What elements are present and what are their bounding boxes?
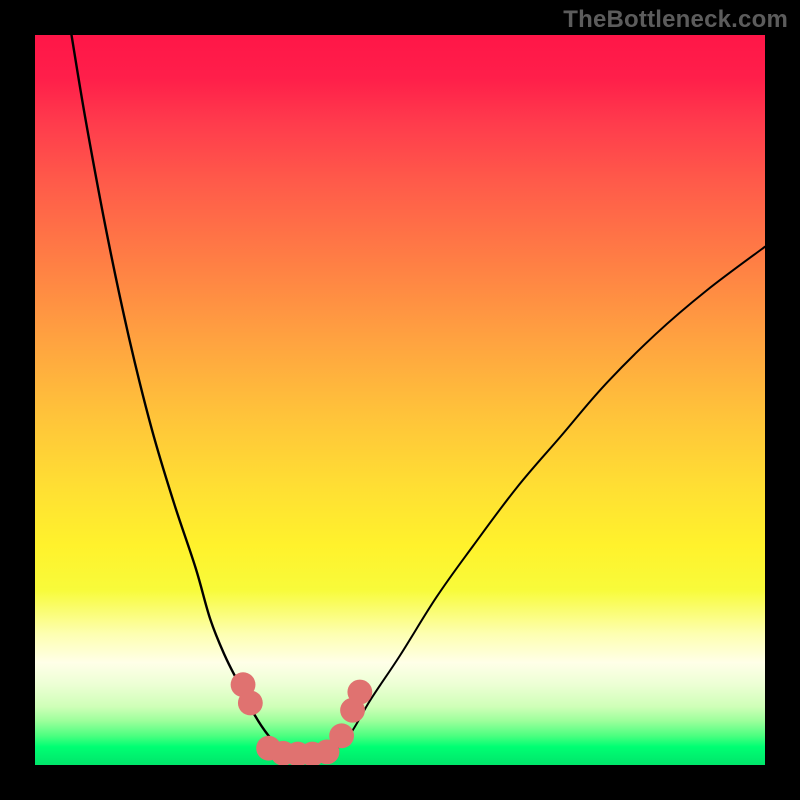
data-marker (238, 691, 263, 716)
watermark-text: TheBottleneck.com (563, 6, 788, 34)
curve-left-curve (72, 35, 298, 758)
curves-svg (35, 35, 765, 765)
chart-frame: TheBottleneck.com (0, 0, 800, 800)
curve-right-curve (327, 247, 765, 758)
data-marker (347, 680, 372, 705)
plot-area (35, 35, 765, 765)
data-marker (329, 723, 354, 748)
